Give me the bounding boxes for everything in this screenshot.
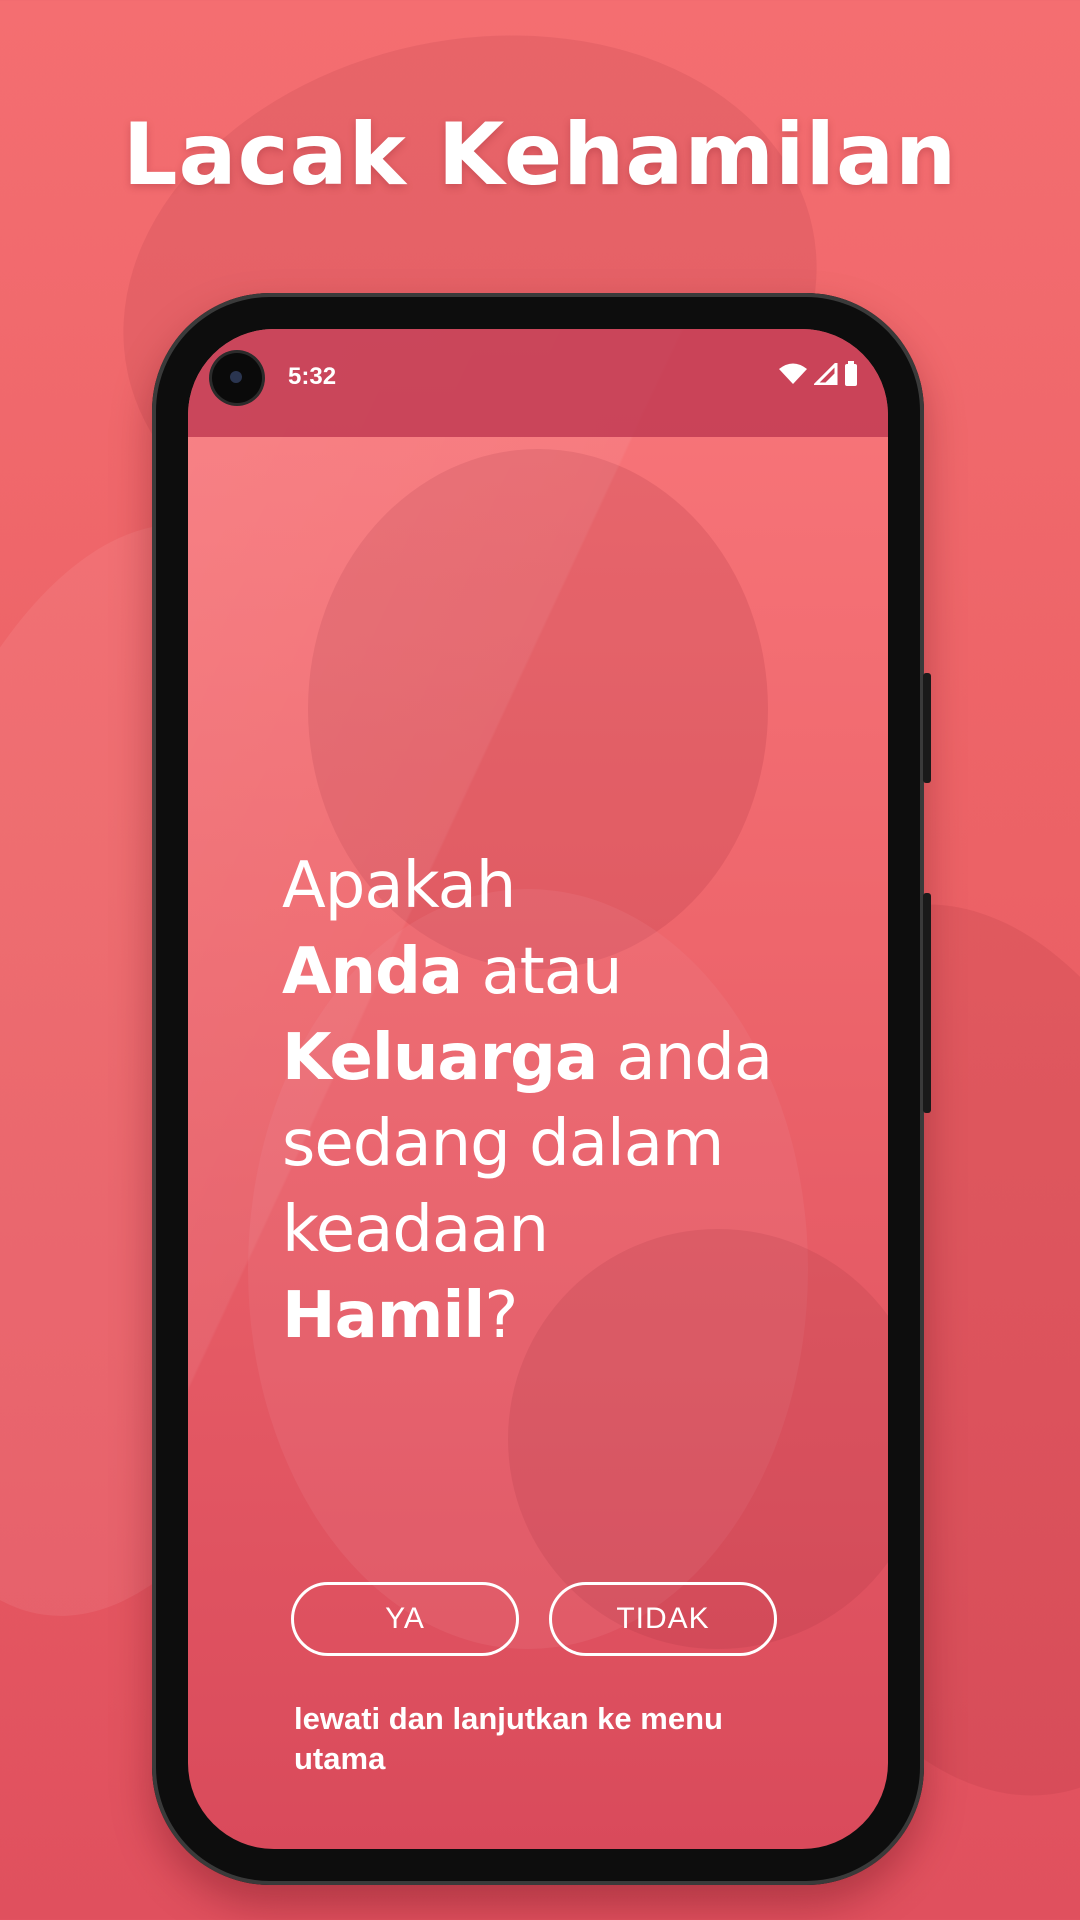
question-line: sedang dalam [282,1107,724,1181]
pregnancy-question: Apakah Anda atau Keluarga anda sedang da… [282,843,842,1359]
question-line: Apakah [282,849,516,923]
question-line: keadaan [282,1193,549,1267]
question-line: Hamil? [282,1279,518,1353]
status-time: 5:32 [288,363,337,390]
question-emphasis: Anda [282,935,463,1009]
skip-to-main-menu-link[interactable]: lewati dan lanjutkan ke menu utama [294,1699,794,1779]
no-button[interactable]: TIDAK [549,1582,777,1656]
question-emphasis: Keluarga [282,1021,598,1095]
phone-screen: 5:32 Apakah Anda atau Keluarga anda seda… [188,329,888,1849]
question-line: Keluarga anda [282,1021,773,1095]
front-camera-icon [212,353,262,403]
status-icons [778,360,858,392]
wifi-icon [778,363,808,390]
phone-power-button [923,673,931,783]
phone-volume-button [923,893,931,1113]
question-line: Anda atau [282,935,623,1009]
status-bar: 5:32 [188,329,888,437]
phone-mockup: 5:32 Apakah Anda atau Keluarga anda seda… [152,293,931,1885]
signal-icon [812,360,838,390]
question-emphasis: Hamil [282,1279,485,1353]
battery-icon [844,361,858,392]
yes-button[interactable]: YA [291,1582,519,1656]
promo-headline: Lacak Kehamilan [122,105,958,205]
